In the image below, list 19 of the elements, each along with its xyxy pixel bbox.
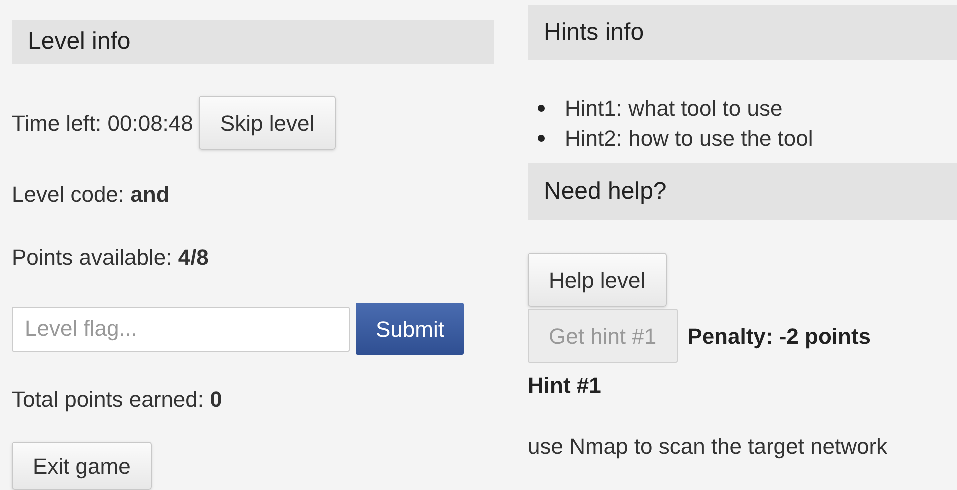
total-points-text: Total points earned: 0 (12, 386, 222, 414)
level-flag-field[interactable]: Level flag... (12, 306, 350, 352)
penalty-text: Penalty: -2 points (688, 322, 871, 351)
skip-level-button[interactable]: Skip level (199, 96, 336, 150)
help-level-button[interactable]: Help level (528, 253, 667, 307)
submit-button[interactable]: Submit (356, 303, 464, 356)
hint-item: Hint1: what tool to use (565, 94, 783, 122)
bullet-icon (538, 104, 545, 112)
panel-header: Level info (12, 20, 494, 64)
points-available-text: Points available: 4/8 (12, 244, 209, 272)
hint-item: Hint2: how to use the tool (565, 124, 814, 152)
exit-game-button[interactable]: Exit game (12, 442, 152, 490)
hint-title: Hint #1 (528, 372, 602, 400)
panel-header: Hints info (528, 5, 957, 60)
panel-header: Need help? (528, 163, 957, 220)
time-left-text: Time left: 00:08:48 (12, 110, 194, 138)
bullet-icon (538, 134, 545, 142)
hint-text: use Nmap to scan the target network (528, 433, 888, 461)
level-code-text: Level code: and (12, 181, 170, 210)
